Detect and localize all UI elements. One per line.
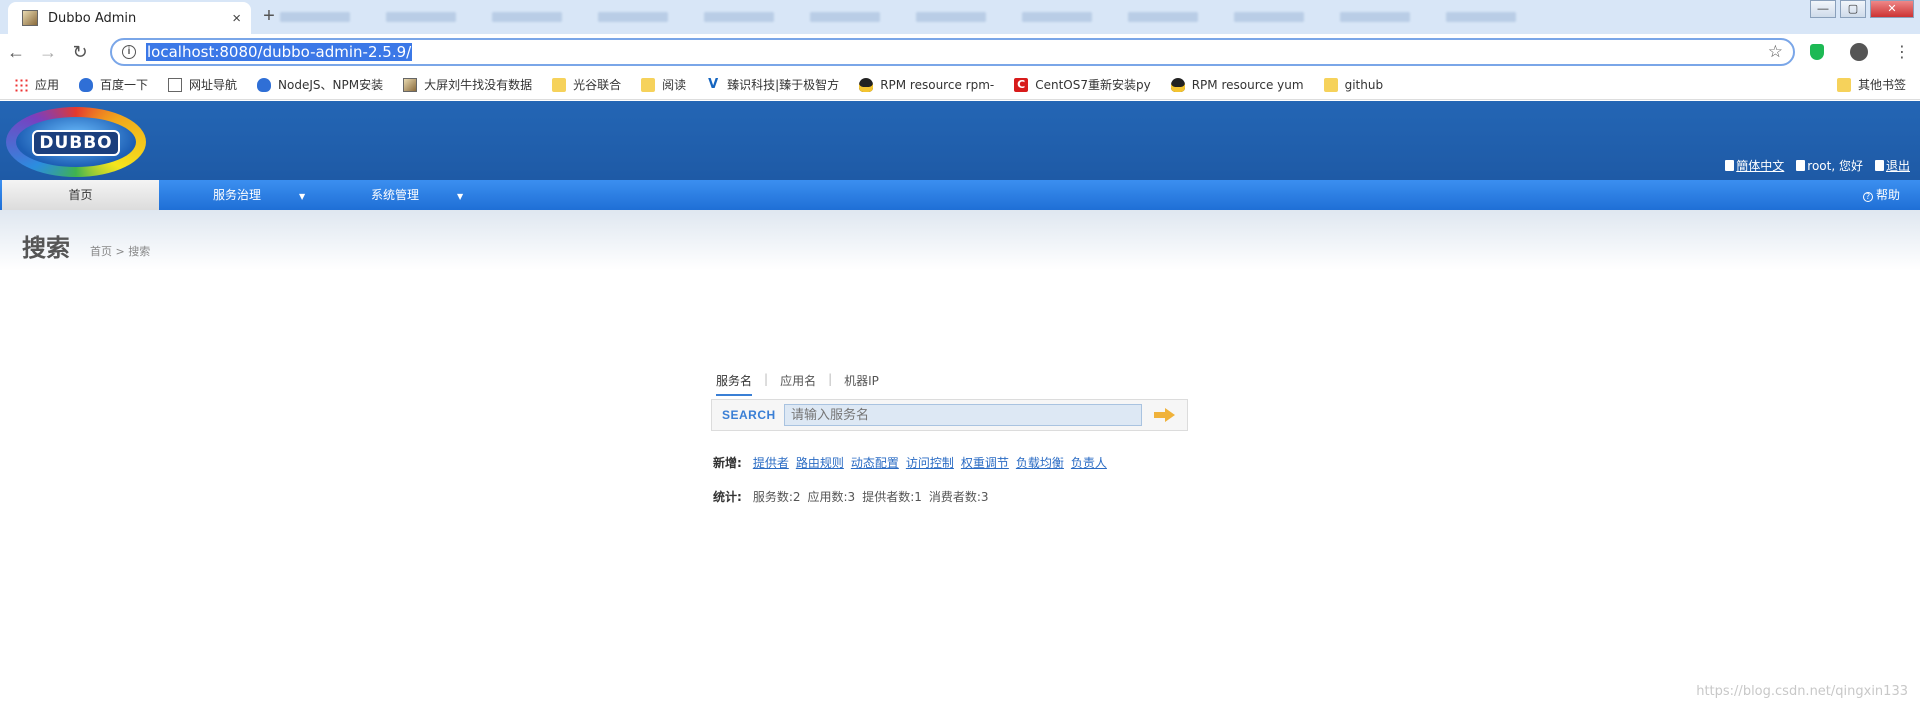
bookmark-item[interactable]: 网址导航 xyxy=(168,76,237,93)
stat-applications: 应用数:3 xyxy=(807,490,856,504)
search-tabs: 服务名 | 应用名 | 机器IP xyxy=(716,372,879,396)
search-tab-application[interactable]: 应用名 xyxy=(780,372,816,396)
bookmark-item[interactable]: 百度一下 xyxy=(79,76,148,93)
reload-icon[interactable]: ↻ xyxy=(64,42,96,63)
menu-service-governance[interactable]: 服务治理 ▼ xyxy=(213,180,305,210)
browser-tab-bar: Dubbo Admin × + — ▢ ✕ xyxy=(0,0,1920,34)
document-icon xyxy=(1725,160,1735,171)
bookmark-item[interactable]: RPM resource rpm- xyxy=(859,77,994,92)
back-arrow-icon[interactable]: ← xyxy=(0,42,32,63)
user-greeting: root, 您好 xyxy=(1796,157,1863,174)
folder-icon xyxy=(1323,77,1338,92)
stat-consumers: 消费者数:3 xyxy=(928,490,989,504)
bookmark-item[interactable]: 大屏刘牛找没有数据 xyxy=(403,76,532,93)
user-icon xyxy=(1796,160,1806,171)
tux-icon xyxy=(859,77,874,92)
new-links-row: 新增: 提供者 路由规则 动态配置 访问控制 权重调节 负载均衡 负责人 xyxy=(713,454,1107,471)
forward-arrow-icon[interactable]: → xyxy=(32,42,64,63)
folder-icon xyxy=(1836,77,1851,92)
folder-icon xyxy=(552,77,567,92)
dubbo-logo[interactable]: DUBBO xyxy=(6,107,146,177)
stat-services: 服务数:2 xyxy=(752,490,801,504)
language-link[interactable]: 簡体中文 xyxy=(1725,157,1784,174)
search-tab-service[interactable]: 服务名 xyxy=(716,372,753,396)
page-icon xyxy=(168,77,183,92)
v-icon: V xyxy=(708,76,719,92)
bookmark-star-icon[interactable]: ☆ xyxy=(1768,42,1783,62)
tab-favicon-icon xyxy=(22,10,38,26)
menu-dots-icon[interactable]: ⋮ xyxy=(1894,42,1910,62)
menu-system-management[interactable]: 系统管理 ▼ xyxy=(371,180,463,210)
tab-close-icon[interactable]: × xyxy=(232,10,241,27)
stat-providers: 提供者数:1 xyxy=(862,490,922,504)
search-box: SEARCH xyxy=(711,399,1188,431)
menu-home[interactable]: 首页 xyxy=(2,180,159,210)
new-owner-link[interactable]: 负责人 xyxy=(1071,454,1107,471)
background-tabs xyxy=(280,6,1660,28)
apps-icon xyxy=(14,77,28,92)
logo-text: DUBBO xyxy=(32,130,120,156)
tux-icon xyxy=(1170,77,1185,92)
new-route-link[interactable]: 路由规则 xyxy=(796,454,844,471)
new-override-link[interactable]: 动态配置 xyxy=(851,454,899,471)
search-input[interactable] xyxy=(784,404,1142,426)
bookmarks-bar: 应用 百度一下 网址导航 NodeJS、NPM安装 大屏刘牛找没有数据 光谷联合… xyxy=(0,70,1920,100)
logout-link[interactable]: 退出 xyxy=(1874,157,1910,174)
window-controls: — ▢ ✕ xyxy=(1810,0,1914,18)
breadcrumb: 首页 > 搜索 xyxy=(90,245,151,258)
site-info-icon[interactable]: i xyxy=(122,45,136,59)
other-bookmarks[interactable]: 其他书签 xyxy=(1836,76,1906,93)
content-top-shade xyxy=(0,210,1920,270)
address-bar[interactable]: i localhost:8080/dubbo-admin-2.5.9/ ☆ xyxy=(110,38,1795,66)
close-window-button[interactable]: ✕ xyxy=(1870,0,1914,18)
bookmark-item[interactable]: 光谷联合 xyxy=(552,76,621,93)
stats-row: 统计: 服务数:2 应用数:3 提供者数:1 消费者数:3 xyxy=(713,488,989,505)
user-links: 簡体中文 root, 您好 退出 xyxy=(1725,157,1910,174)
search-arrow-icon[interactable] xyxy=(1154,408,1176,422)
folder-icon xyxy=(641,77,656,92)
dropdown-arrow-icon: ▼ xyxy=(299,192,306,201)
new-weight-link[interactable]: 权重调节 xyxy=(961,454,1009,471)
shield-extension-icon[interactable] xyxy=(1810,44,1824,60)
browser-toolbar: ← → ↻ i localhost:8080/dubbo-admin-2.5.9… xyxy=(0,34,1920,70)
minimize-button[interactable]: — xyxy=(1810,0,1836,18)
new-loadbalance-link[interactable]: 负载均衡 xyxy=(1016,454,1064,471)
search-tab-ip[interactable]: 机器IP xyxy=(844,372,879,396)
search-label: SEARCH xyxy=(722,408,776,422)
main-menu: 首页 服务治理 ▼ 系统管理 ▼ ? 帮助 xyxy=(0,180,1920,210)
bookmark-item[interactable]: V 臻识科技|臻于极智方 xyxy=(706,76,839,93)
account-icon[interactable] xyxy=(1850,43,1868,61)
new-label: 新增: xyxy=(713,456,742,470)
logout-icon xyxy=(1874,160,1884,171)
page-title: 搜索 xyxy=(22,234,70,262)
paw-icon xyxy=(79,77,94,92)
c-icon: C xyxy=(1014,77,1029,92)
dropdown-arrow-icon: ▼ xyxy=(457,192,464,201)
dubbo-header: DUBBO 簡体中文 root, 您好 退出 xyxy=(0,101,1920,180)
new-tab-button[interactable]: + xyxy=(257,6,281,28)
active-tab[interactable]: Dubbo Admin × xyxy=(8,2,251,34)
maximize-button[interactable]: ▢ xyxy=(1840,0,1866,18)
toolbar-right: ⋮ xyxy=(1810,34,1910,70)
bookmark-item[interactable]: 应用 xyxy=(14,76,59,93)
bookmark-item[interactable]: 阅读 xyxy=(641,76,686,93)
image-icon xyxy=(403,77,418,92)
bookmark-item[interactable]: RPM resource yum xyxy=(1170,77,1304,92)
url-text[interactable]: localhost:8080/dubbo-admin-2.5.9/ xyxy=(146,43,413,61)
bookmark-item[interactable]: github xyxy=(1323,77,1383,92)
paw-icon xyxy=(257,77,272,92)
tab-title: Dubbo Admin xyxy=(48,10,137,26)
new-access-link[interactable]: 访问控制 xyxy=(906,454,954,471)
watermark: https://blog.csdn.net/qingxin133 xyxy=(1696,684,1908,699)
bookmark-item[interactable]: C CentOS7重新安装py xyxy=(1014,76,1151,93)
help-icon: ? xyxy=(1862,192,1873,202)
new-provider-link[interactable]: 提供者 xyxy=(753,454,789,471)
bookmark-item[interactable]: NodeJS、NPM安装 xyxy=(257,76,383,93)
menu-help[interactable]: ? 帮助 xyxy=(1862,180,1900,210)
stats-label: 统计: xyxy=(713,490,742,504)
